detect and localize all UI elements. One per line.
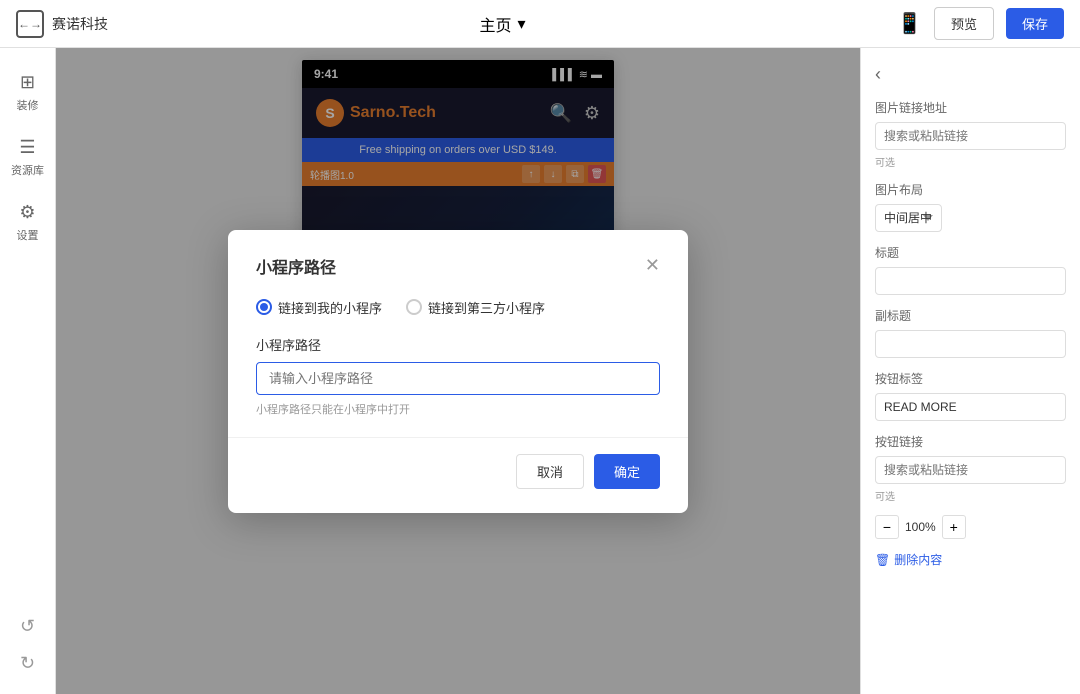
button-link-hint: 可选 (875, 488, 1066, 503)
decoration-icon: ⊞ (20, 72, 35, 93)
sidebar-assets-label: 资源库 (11, 162, 44, 178)
center-content: 9:41 ▌▌▌ ≋ ▬ S Sarno.Tech 🔍 ⚙ Free shipp… (56, 48, 860, 694)
sidebar-decoration-label: 装修 (17, 97, 39, 113)
modal-field-label: 小程序路径 (256, 335, 660, 354)
phone-preview-icon[interactable]: 📱 (897, 11, 922, 36)
assets-icon: ☰ (19, 137, 35, 158)
page-select-arrow-icon: ▾ (518, 14, 526, 34)
page-select-label: 主页 (480, 12, 512, 36)
subtitle-label: 副标题 (875, 307, 1066, 324)
header-left: ←→ 赛诺科技 (16, 10, 108, 38)
confirm-button[interactable]: 确定 (594, 454, 660, 489)
subtitle-input[interactable] (875, 330, 1066, 358)
company-name: 赛诺科技 (52, 14, 108, 34)
image-layout-label: 图片布局 (875, 181, 1066, 198)
left-sidebar: ⊞ 装修 ☰ 资源库 ⚙ 设置 ↺ ↻ (0, 48, 56, 694)
image-link-hint: 可选 (875, 154, 1066, 169)
button-link-label: 按钮链接 (875, 433, 1066, 450)
mini-path-input[interactable] (256, 362, 660, 395)
preview-button[interactable]: 预览 (934, 7, 994, 40)
modal-header: 小程序路径 ✕ (256, 254, 660, 278)
radio-third-party-label: 链接到第三方小程序 (428, 298, 545, 317)
header: ←→ 赛诺科技 主页 ▾ 📱 预览 保存 (0, 0, 1080, 48)
radio-my-mini-circle (256, 299, 272, 315)
radio-my-mini-label: 链接到我的小程序 (278, 298, 382, 317)
header-center: 主页 ▾ (480, 12, 526, 36)
modal-dialog: 小程序路径 ✕ 链接到我的小程序 链接到第三方小程序 小程序路径 (228, 230, 688, 513)
app-logo-icon: ←→ (16, 10, 44, 38)
title-label: 标题 (875, 244, 1066, 261)
sidebar-item-assets[interactable]: ☰ 资源库 (4, 129, 52, 186)
save-button[interactable]: 保存 (1006, 8, 1064, 39)
title-input[interactable] (875, 267, 1066, 295)
cancel-button[interactable]: 取消 (516, 454, 584, 489)
radio-third-party-circle (406, 299, 422, 315)
modal-footer: 取消 确定 (256, 454, 660, 489)
zoom-plus-button[interactable]: + (942, 515, 966, 539)
header-right: 📱 预览 保存 (897, 7, 1064, 40)
image-link-label: 图片链接地址 (875, 99, 1066, 116)
sidebar-item-decoration[interactable]: ⊞ 装修 (4, 64, 52, 121)
button-link-input[interactable] (875, 456, 1066, 484)
redo-button[interactable]: ↻ (16, 649, 39, 678)
image-link-input[interactable] (875, 122, 1066, 150)
button-label-input[interactable] (875, 393, 1066, 421)
delete-icon: 🗑 (875, 553, 890, 567)
main-layout: ⊞ 装修 ☰ 资源库 ⚙ 设置 ↺ ↻ 9:41 ▌▌▌ ≋ ▬ (0, 48, 1080, 694)
right-sidebar: ‹ 图片链接地址 可选 图片布局 中间居中 标题 副标题 按钮标签 按钮链接 可… (860, 48, 1080, 694)
sidebar-settings-label: 设置 (17, 227, 39, 243)
zoom-row: − 100% + (875, 515, 1066, 539)
modal-radio-row: 链接到我的小程序 链接到第三方小程序 (256, 298, 660, 317)
sidebar-bottom: ↺ ↻ (16, 612, 39, 694)
image-layout-select[interactable]: 中间居中 (875, 204, 942, 232)
modal-hint: 小程序路径只能在小程序中打开 (256, 401, 660, 417)
delete-content-label: 删除内容 (894, 551, 942, 568)
radio-option-my-mini[interactable]: 链接到我的小程序 (256, 298, 382, 317)
undo-button[interactable]: ↺ (16, 612, 39, 641)
modal-divider (228, 437, 688, 438)
modal-close-button[interactable]: ✕ (645, 255, 660, 276)
zoom-value: 100% (905, 520, 936, 534)
button-label-label: 按钮标签 (875, 370, 1066, 387)
modal-title: 小程序路径 (256, 254, 336, 278)
radio-option-third-party[interactable]: 链接到第三方小程序 (406, 298, 545, 317)
settings-icon: ⚙ (19, 202, 35, 223)
sidebar-item-settings[interactable]: ⚙ 设置 (4, 194, 52, 251)
zoom-minus-button[interactable]: − (875, 515, 899, 539)
back-button[interactable]: ‹ (875, 64, 1066, 85)
modal-overlay[interactable]: 小程序路径 ✕ 链接到我的小程序 链接到第三方小程序 小程序路径 (56, 48, 860, 694)
delete-content-button[interactable]: 🗑 删除内容 (875, 551, 1066, 568)
